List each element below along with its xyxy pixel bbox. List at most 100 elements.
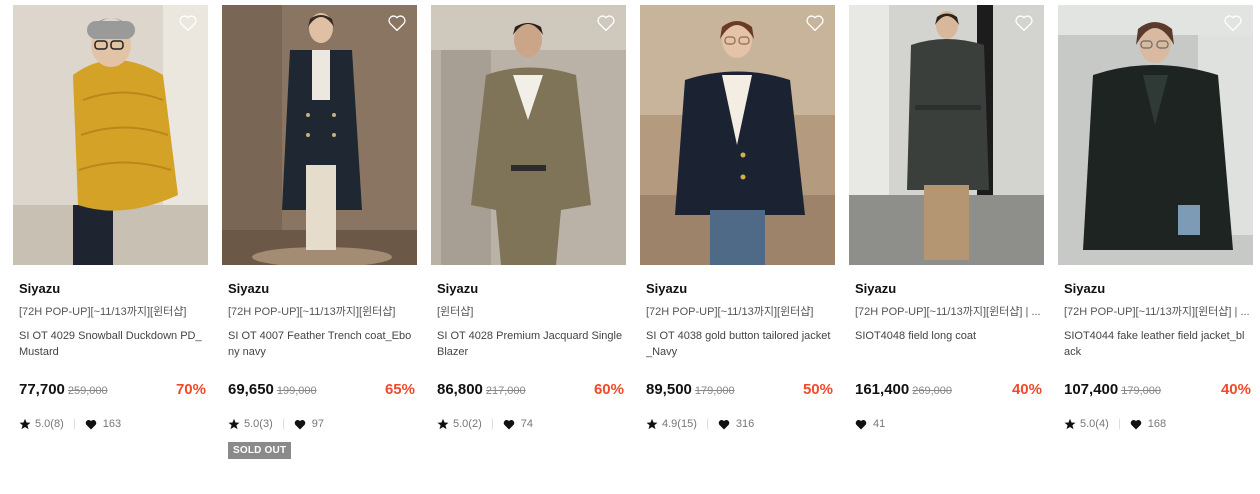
product-title[interactable]: SI OT 4029 Snowball Duckdown PD_Mustard: [19, 328, 205, 360]
discount-rate: 60%: [593, 381, 624, 398]
brand-name[interactable]: Siyazu: [437, 280, 623, 297]
promo-tag: [72H POP-UP][~11/13까지][윈터샵]: [19, 306, 187, 318]
sale-price-value: 86,800: [437, 381, 483, 398]
product-image[interactable]: [13, 5, 208, 265]
product-title[interactable]: SIOT4044 fake leather field jacket_black: [1064, 328, 1250, 360]
like-count: 74: [520, 418, 533, 430]
star-icon: [19, 418, 31, 430]
sale-price-value: 107,400: [1064, 381, 1119, 398]
brand-name[interactable]: Siyazu: [228, 280, 414, 297]
product-photo[interactable]: [222, 5, 417, 265]
sale-price: 69,650 199,000: [228, 381, 317, 400]
product-image[interactable]: [431, 5, 626, 265]
heart-filled-icon: [503, 419, 515, 429]
product-meta: 5.0(8) 163: [19, 417, 121, 431]
original-price: 179,000: [1121, 385, 1161, 397]
like-count: 316: [735, 418, 755, 430]
sale-price-value: 69,650: [228, 381, 274, 398]
product-info[interactable]: Siyazu [72H POP-UP][~11/13까지][윈터샵] | ...…: [855, 280, 1042, 430]
product-title[interactable]: SI OT 4028 Premium Jacquard Single Blaze…: [437, 328, 623, 360]
product-info[interactable]: Siyazu [72H POP-UP][~11/13까지][윈터샵] SI OT…: [228, 280, 415, 459]
original-price: 217,000: [485, 385, 526, 397]
product-title[interactable]: SI OT 4038 gold button tailored jacket_N…: [646, 328, 832, 360]
heart-outline-icon[interactable]: [1223, 14, 1243, 32]
product-photo[interactable]: [849, 5, 1044, 265]
discount-rate: 50%: [802, 381, 833, 398]
sale-price: 89,500 179,000: [646, 381, 735, 400]
product-info[interactable]: Siyazu [72H POP-UP][~11/13까지][윈터샵] | ...…: [1064, 280, 1251, 430]
product-title[interactable]: SIOT4048 field long coat: [855, 328, 1041, 360]
price-row: 107,400 179,000 40%: [1064, 381, 1251, 400]
product-info[interactable]: Siyazu [윈터샵] SI OT 4028 Premium Jacquard…: [437, 280, 624, 430]
sale-price-value: 77,700: [19, 381, 65, 398]
meta-divider: [73, 419, 75, 429]
rating-value: 5.0(3): [244, 418, 273, 430]
promo-tag: [윈터샵]: [437, 306, 474, 318]
promo-tag: [72H POP-UP][~11/13까지][윈터샵] | ...: [855, 306, 1041, 318]
rating-value: 5.0(4): [1080, 418, 1109, 430]
brand-name[interactable]: Siyazu: [19, 280, 205, 297]
discount-rate: 65%: [384, 381, 415, 398]
heart-outline-icon[interactable]: [1014, 14, 1034, 32]
product-meta: 5.0(3) 97: [228, 417, 324, 431]
sale-price: 86,800 217,000: [437, 381, 526, 400]
promo-tag: [72H POP-UP][~11/13까지][윈터샵]: [646, 306, 814, 318]
product-photo[interactable]: [640, 5, 835, 265]
meta-divider: [706, 419, 708, 429]
product-meta: 4.9(15) 316: [646, 417, 754, 431]
brand-name[interactable]: Siyazu: [855, 280, 1041, 297]
product-grid: Siyazu [72H POP-UP][~11/13까지][윈터샵] SI OT…: [13, 5, 1260, 494]
promo-tag: [72H POP-UP][~11/13까지][윈터샵] | ...: [1064, 306, 1250, 318]
price-row: 86,800 217,000 60%: [437, 381, 624, 400]
price-row: 89,500 179,000 50%: [646, 381, 833, 400]
product-image[interactable]: [222, 5, 417, 265]
product-title[interactable]: SI OT 4007 Feather Trench coat_Ebony nav…: [228, 328, 414, 360]
price-row: 161,400 269,000 40%: [855, 381, 1042, 400]
heart-filled-icon: [85, 419, 97, 429]
product-photo[interactable]: [13, 5, 208, 265]
price-row: 69,650 199,000 65%: [228, 381, 415, 400]
heart-filled-icon: [1130, 419, 1142, 429]
sale-price-value: 161,400: [855, 381, 910, 398]
heart-outline-icon[interactable]: [805, 14, 825, 32]
price-row: 77,700 259,000 70%: [19, 381, 206, 400]
product-meta: 5.0(4) 168: [1064, 417, 1166, 431]
star-icon: [437, 418, 449, 430]
like-count: 41: [873, 418, 886, 430]
original-price: 259,000: [67, 385, 108, 397]
rating-value: 5.0(8): [35, 418, 64, 430]
star-icon: [1064, 418, 1076, 430]
like-count: 168: [1147, 418, 1167, 430]
original-price: 179,000: [694, 385, 735, 397]
heart-outline-icon[interactable]: [387, 14, 407, 32]
original-price: 269,000: [912, 385, 952, 397]
brand-name[interactable]: Siyazu: [1064, 280, 1250, 297]
product-image[interactable]: [640, 5, 835, 265]
rating-value: 5.0(2): [453, 418, 482, 430]
original-price: 199,000: [276, 385, 317, 397]
sale-price-value: 89,500: [646, 381, 692, 398]
product-photo[interactable]: [1058, 5, 1253, 265]
heart-outline-icon[interactable]: [178, 14, 198, 32]
sale-price: 161,400 269,000: [855, 381, 952, 400]
heart-filled-icon: [718, 419, 730, 429]
star-icon: [228, 418, 240, 430]
product-info[interactable]: Siyazu [72H POP-UP][~11/13까지][윈터샵] SI OT…: [646, 280, 833, 430]
product-photo[interactable]: [431, 5, 626, 265]
sold-out-badge: SOLD OUT: [228, 442, 292, 459]
meta-divider: [282, 419, 284, 429]
discount-rate: 40%: [1011, 381, 1042, 398]
promo-tag: [72H POP-UP][~11/13까지][윈터샵]: [228, 306, 396, 318]
product-info[interactable]: Siyazu [72H POP-UP][~11/13까지][윈터샵] SI OT…: [19, 280, 206, 430]
product-image[interactable]: [1058, 5, 1253, 265]
sale-price: 107,400 179,000: [1064, 381, 1161, 400]
heart-outline-icon[interactable]: [596, 14, 616, 32]
heart-filled-icon: [294, 419, 306, 429]
product-meta: 41: [855, 417, 885, 431]
product-image[interactable]: [849, 5, 1044, 265]
like-count: 97: [311, 418, 324, 430]
brand-name[interactable]: Siyazu: [646, 280, 832, 297]
rating-value: 4.9(15): [662, 418, 697, 430]
meta-divider: [491, 419, 493, 429]
sale-price: 77,700 259,000: [19, 381, 108, 400]
